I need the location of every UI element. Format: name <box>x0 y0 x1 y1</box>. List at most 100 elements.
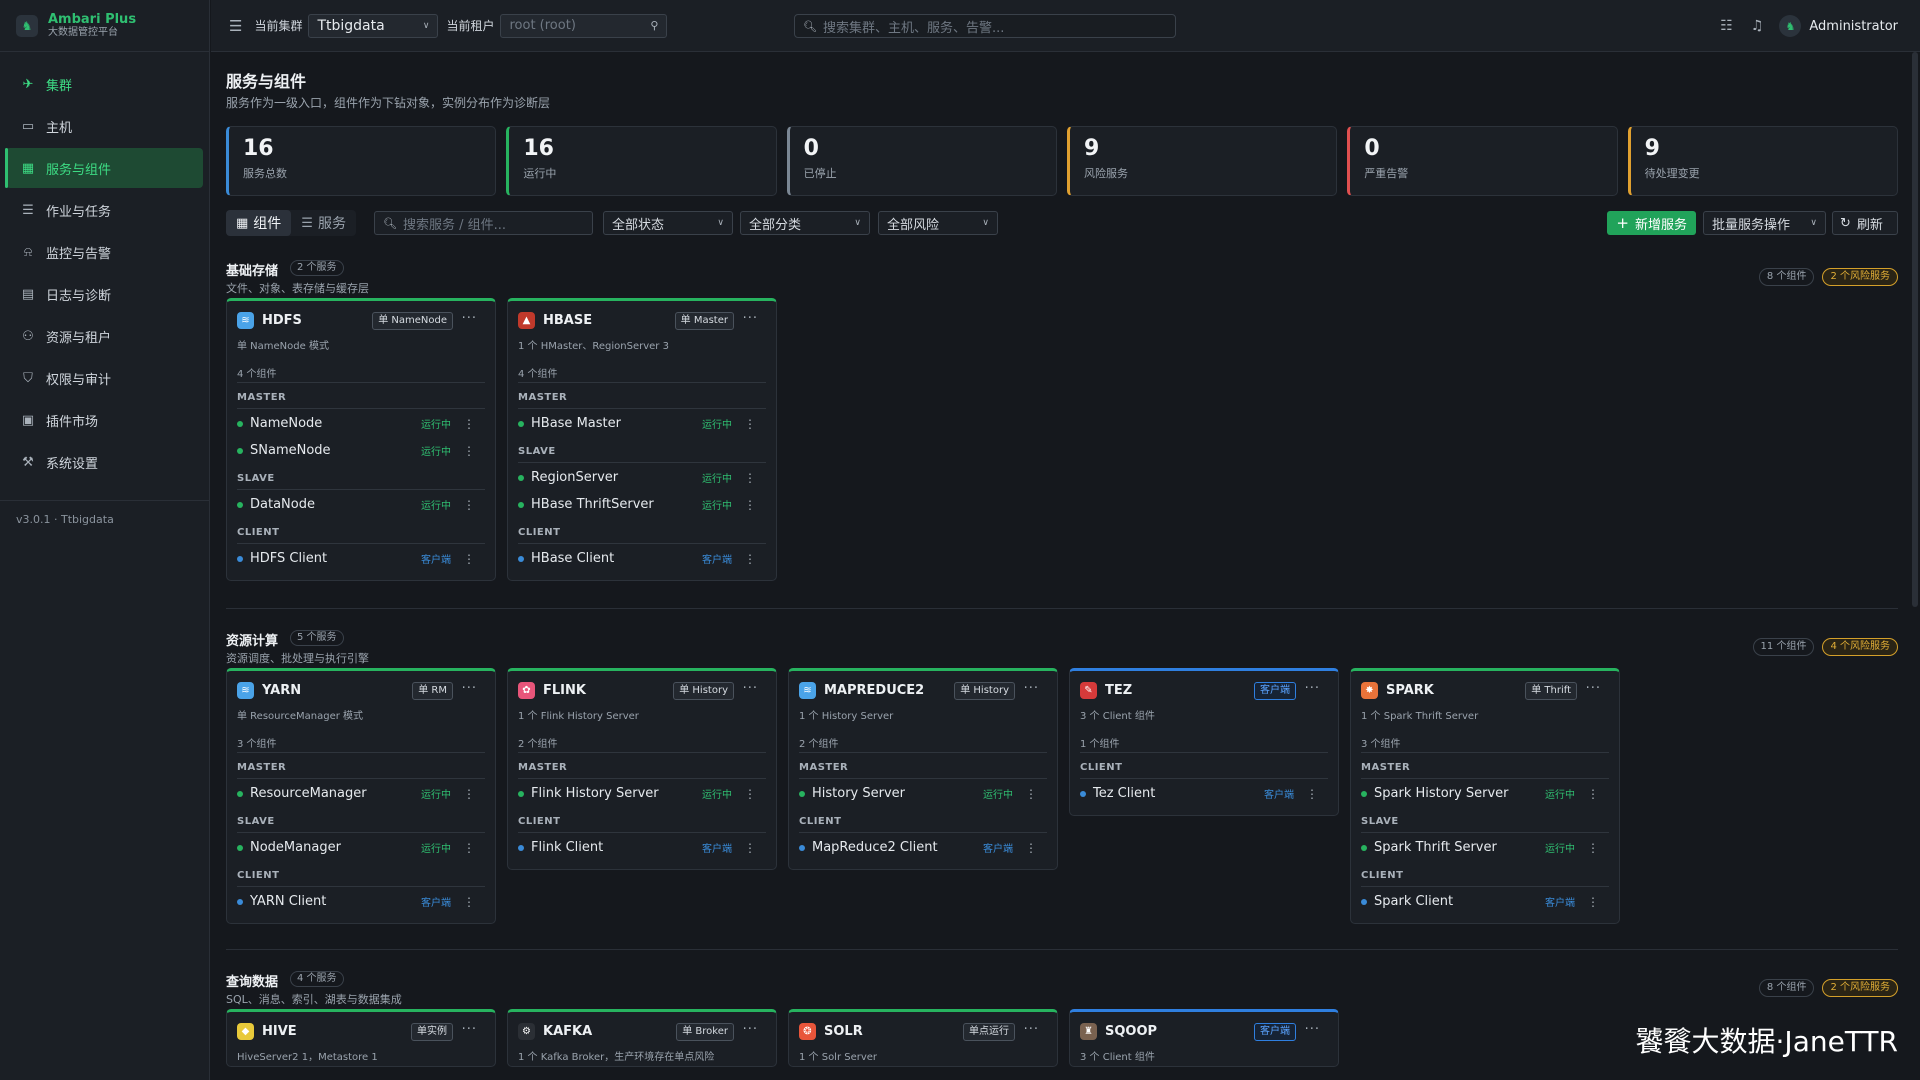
component-row[interactable]: HBase Client 客户端 ⋮ <box>518 545 766 572</box>
more-actions-icon[interactable]: ··· <box>743 681 758 696</box>
component-more-icon[interactable]: ⋮ <box>463 787 475 801</box>
component-row[interactable]: RegionServer 运行中 ⋮ <box>518 464 766 491</box>
batch-ops-button[interactable]: 批量服务操作 ∨ <box>1703 211 1826 235</box>
more-actions-icon[interactable]: ··· <box>743 1022 758 1037</box>
more-actions-icon[interactable]: ··· <box>1305 681 1320 696</box>
component-more-icon[interactable]: ⋮ <box>463 498 475 512</box>
service-card-sqoop[interactable]: ♜ SQOOP 客户端 ··· 3 个 Client 组件 <box>1069 1009 1339 1067</box>
service-search-input[interactable]: 🔍︎ 搜索服务 / 组件... <box>374 211 593 235</box>
component-row[interactable]: Spark Thrift Server 运行中 ⋮ <box>1361 834 1609 861</box>
component-more-icon[interactable]: ⋮ <box>744 471 756 485</box>
sidebar-item-1[interactable]: ▭ 主机 <box>6 106 203 146</box>
component-more-icon[interactable]: ⋮ <box>463 552 475 566</box>
component-row[interactable]: HBase Master 运行中 ⋮ <box>518 410 766 437</box>
refresh-button[interactable]: ↻ 刷新 <box>1832 211 1898 235</box>
sidebar-item-3[interactable]: ☰ 作业与任务 <box>6 190 203 230</box>
more-actions-icon[interactable]: ··· <box>462 681 477 696</box>
component-more-icon[interactable]: ⋮ <box>463 895 475 909</box>
stat-card[interactable]: 0 严重告警 <box>1347 126 1618 196</box>
group-risk-badge[interactable]: 2 个风险服务 <box>1822 268 1898 286</box>
component-row[interactable]: ResourceManager 运行中 ⋮ <box>237 780 485 807</box>
component-row[interactable]: DataNode 运行中 ⋮ <box>237 491 485 518</box>
cluster-select[interactable]: Ttbigdata ∨ <box>308 13 439 38</box>
stat-card[interactable]: 0 已停止 <box>786 126 1057 196</box>
brand[interactable]: ♞ Ambari Plus 大数据管控平台 <box>0 0 209 52</box>
add-service-button[interactable]: + 新增服务 <box>1607 211 1696 235</box>
component-more-icon[interactable]: ⋮ <box>1025 841 1037 855</box>
risk-filter-select[interactable]: 全部风险 ∨ <box>878 211 998 235</box>
service-card-solr[interactable]: ❂ SOLR 单点运行 ··· 1 个 Solr Server <box>788 1009 1058 1067</box>
component-more-icon[interactable]: ⋮ <box>1587 841 1599 855</box>
sidebar-item-2[interactable]: ▦ 服务与组件 <box>5 148 203 188</box>
component-row[interactable]: HBase ThriftServer 运行中 ⋮ <box>518 491 766 518</box>
service-card-hbase[interactable]: ▲ HBASE 单 Master ··· 1 个 HMaster、RegionServe… <box>507 298 777 581</box>
category-filter-select[interactable]: 全部分类 ∨ <box>740 211 870 235</box>
component-name: NameNode <box>250 416 323 431</box>
service-card-mapreduce2[interactable]: ≋ MAPREDUCE2 单 History ··· 1 个 History Serve… <box>788 668 1058 870</box>
service-card-hdfs[interactable]: ≋ HDFS 单 NameNode ··· 单 NameNode 模式 4 个组件 MAST… <box>226 298 496 581</box>
grid-icon: ▦ <box>21 160 35 176</box>
service-card-kafka[interactable]: ⚙ KAFKA 单 Broker ··· 1 个 Kafka Broker，生产环境存在… <box>507 1009 777 1067</box>
page-scrollbar[interactable] <box>1912 52 1918 607</box>
component-more-icon[interactable]: ⋮ <box>744 841 756 855</box>
component-more-icon[interactable]: ⋮ <box>744 417 756 431</box>
component-more-icon[interactable]: ⋮ <box>1587 895 1599 909</box>
sidebar-item-0[interactable]: ✈ 集群 <box>6 64 203 104</box>
more-actions-icon[interactable]: ··· <box>1024 681 1039 696</box>
sidebar-item-8[interactable]: ▣ 插件市场 <box>6 400 203 440</box>
component-more-icon[interactable]: ⋮ <box>744 552 756 566</box>
more-actions-icon[interactable]: ··· <box>743 311 758 326</box>
service-card-tez[interactable]: ✎ TEZ 客户端 ··· 3 个 Client 组件 1 个组件 CLIENT Tez Cl… <box>1069 668 1339 816</box>
component-more-icon[interactable]: ⋮ <box>744 498 756 512</box>
task-list-icon[interactable]: ☷ <box>1720 18 1733 34</box>
service-card-hive[interactable]: ◆ HIVE 单实例 ··· HiveServer2 1，Metastore 1 <box>226 1009 496 1067</box>
component-row[interactable]: Flink Client 客户端 ⋮ <box>518 834 766 861</box>
component-row[interactable]: NameNode 运行中 ⋮ <box>237 410 485 437</box>
stat-card[interactable]: 16 运行中 <box>506 126 777 196</box>
component-row[interactable]: YARN Client 客户端 ⋮ <box>237 888 485 915</box>
user-name[interactable]: Administrator <box>1809 19 1898 34</box>
component-more-icon[interactable]: ⋮ <box>1306 787 1318 801</box>
group-risk-badge[interactable]: 4 个风险服务 <box>1822 638 1898 656</box>
view-components-button[interactable]: ▦ 组件 <box>226 210 292 236</box>
sidebar-item-4[interactable]: ⍾ 监控与告警 <box>6 232 203 272</box>
sidebar-item-9[interactable]: ⚒ 系统设置 <box>6 442 203 482</box>
component-row[interactable]: MapReduce2 Client 客户端 ⋮ <box>799 834 1047 861</box>
stat-card[interactable]: 9 待处理变更 <box>1627 126 1898 196</box>
global-search-input[interactable]: 🔍︎ 搜索集群、主机、服务、告警... <box>794 14 1176 38</box>
component-more-icon[interactable]: ⋮ <box>463 841 475 855</box>
avatar[interactable]: ♞ <box>1779 15 1802 37</box>
view-services-button[interactable]: ☰ 服务 <box>291 210 356 236</box>
more-actions-icon[interactable]: ··· <box>462 1022 477 1037</box>
component-row[interactable]: Tez Client 客户端 ⋮ <box>1080 780 1328 807</box>
component-more-icon[interactable]: ⋮ <box>1025 787 1037 801</box>
service-card-yarn[interactable]: ≋ YARN 单 RM ··· 单 ResourceManager 模式 3 个组件 MAS… <box>226 668 496 924</box>
status-filter-select[interactable]: 全部状态 ∨ <box>603 211 733 235</box>
stat-card[interactable]: 16 服务总数 <box>226 126 497 196</box>
collapse-menu-icon[interactable]: ☰ <box>229 17 242 35</box>
more-actions-icon[interactable]: ··· <box>462 311 477 326</box>
tenant-select[interactable]: root (root) ⚲ <box>500 13 668 38</box>
component-row[interactable]: HDFS Client 客户端 ⋮ <box>237 545 485 572</box>
more-actions-icon[interactable]: ··· <box>1586 681 1601 696</box>
component-more-icon[interactable]: ⋮ <box>463 417 475 431</box>
stat-card[interactable]: 9 风险服务 <box>1066 126 1338 196</box>
sidebar-item-5[interactable]: ▤ 日志与诊断 <box>6 274 203 314</box>
component-more-icon[interactable]: ⋮ <box>463 444 475 458</box>
more-actions-icon[interactable]: ··· <box>1305 1022 1320 1037</box>
component-row[interactable]: History Server 运行中 ⋮ <box>799 780 1047 807</box>
component-row[interactable]: SNameNode 运行中 ⋮ <box>237 437 485 464</box>
component-more-icon[interactable]: ⋮ <box>744 787 756 801</box>
service-card-flink[interactable]: ✿ FLINK 单 History ··· 1 个 Flink History Serv… <box>507 668 777 870</box>
group-risk-badge[interactable]: 2 个风险服务 <box>1822 979 1898 997</box>
more-actions-icon[interactable]: ··· <box>1024 1022 1039 1037</box>
bell-icon[interactable]: ♫ <box>1751 18 1764 34</box>
component-row[interactable]: Spark Client 客户端 ⋮ <box>1361 888 1609 915</box>
component-more-icon[interactable]: ⋮ <box>1587 787 1599 801</box>
component-row[interactable]: NodeManager 运行中 ⋮ <box>237 834 485 861</box>
component-row[interactable]: Flink History Server 运行中 ⋮ <box>518 780 766 807</box>
component-row[interactable]: Spark History Server 运行中 ⋮ <box>1361 780 1609 807</box>
sidebar-item-6[interactable]: ⚇ 资源与租户 <box>6 316 203 356</box>
service-card-spark[interactable]: ✸ SPARK 单 Thrift ··· 1 个 Spark Thrift Server… <box>1350 668 1620 924</box>
sidebar-item-7[interactable]: ⛉ 权限与审计 <box>6 358 203 398</box>
